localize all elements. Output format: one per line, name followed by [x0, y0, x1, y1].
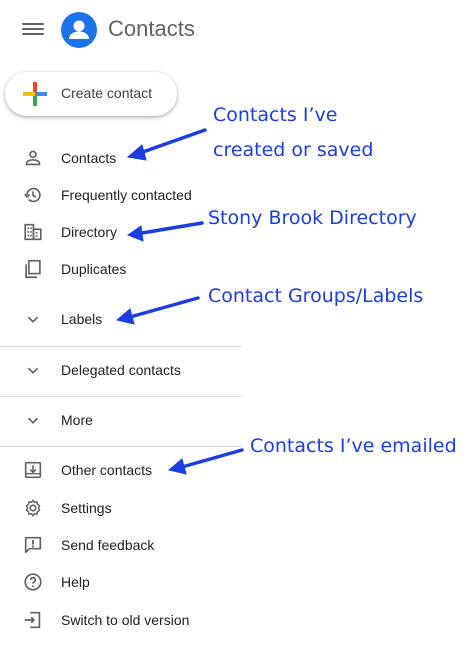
arrow-to-contacts: [126, 128, 207, 161]
arrow-to-labels: [115, 296, 200, 325]
annotation-arrows: [115, 128, 244, 475]
arrow-to-directory: [126, 221, 204, 242]
arrow-to-other-contacts: [167, 448, 244, 475]
